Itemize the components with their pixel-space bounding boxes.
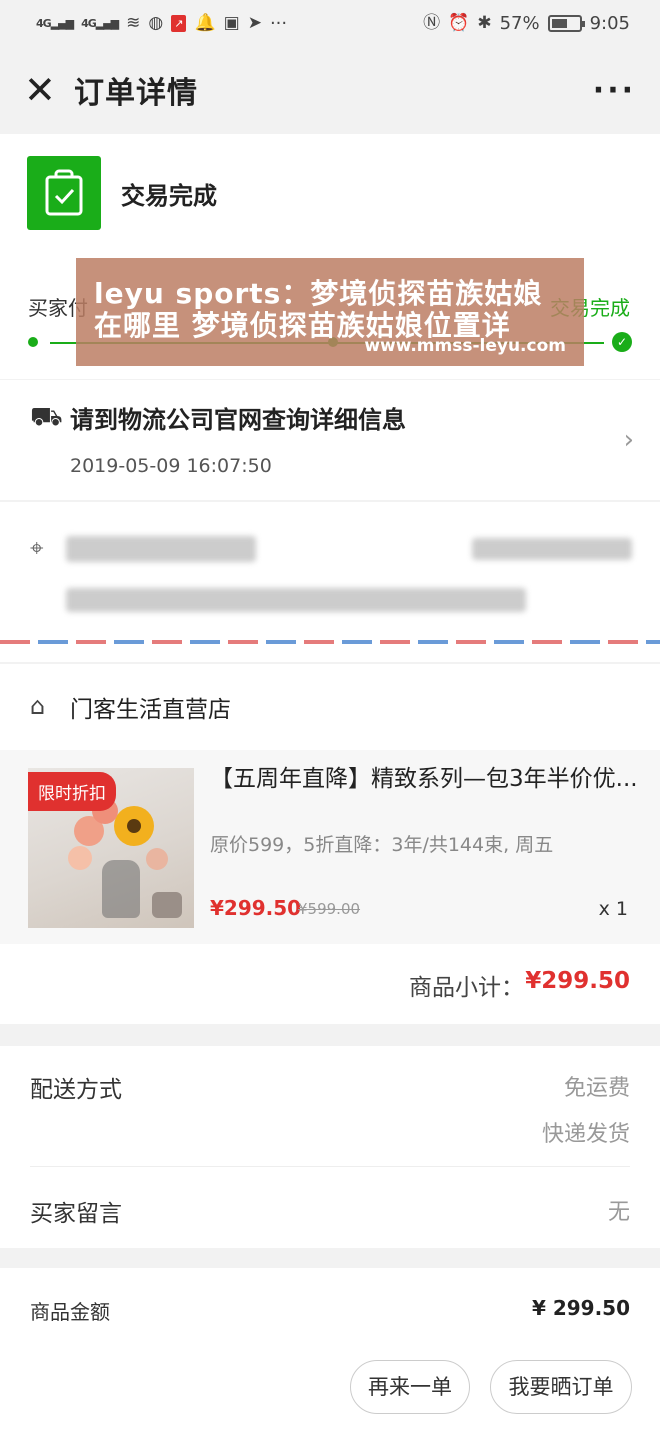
chevron-right-icon: › <box>623 425 634 455</box>
delivery-method-value: 免运费 <box>563 1076 630 1101</box>
item-quantity: x 1 <box>598 898 628 920</box>
reorder-button[interactable]: 再来一单 <box>350 1360 470 1414</box>
truck-icon: ⛟ <box>30 402 63 432</box>
item-original-price: ¥599.00 <box>298 900 361 918</box>
nfc-icon: Ⓝ <box>423 12 441 33</box>
store-name: 门客生活直营店 <box>70 697 231 723</box>
close-icon[interactable]: ✕ <box>24 71 64 109</box>
battery-fill <box>551 18 567 28</box>
buyer-message-label: 买家留言 <box>30 1201 122 1227</box>
alarm-icon: ⏰ <box>448 12 470 33</box>
shopping-bag-check-icon <box>27 156 101 230</box>
signal-label-2: 4G <box>81 16 97 30</box>
amount-section: 商品金额 ¥ 299.50 <box>0 1268 660 1348</box>
delivery-method-label: 配送方式 <box>30 1077 122 1103</box>
order-item[interactable]: 限时折扣 【五周年直降】精致系列—包3年半价优... 原价599，5折直降：3年… <box>0 750 660 944</box>
logistics-title: 请到物流公司官网查询详细信息 <box>70 406 406 434</box>
status-bar-left: 4G▂▄▆ 4G▂▄▆ ≋ ◍ ↗ 🔔 ▣ ➤ ··· <box>36 13 287 34</box>
browser-icon: ◍ <box>148 12 164 33</box>
item-description: 原价599，5折直降：3年/共144束, 周五 <box>210 834 554 856</box>
product-image: 限时折扣 <box>28 768 194 928</box>
goods-amount-label: 商品金额 <box>30 1300 110 1324</box>
battery-percent: 57% <box>499 12 540 34</box>
goods-amount-value: ¥ 299.50 <box>531 1296 630 1320</box>
signal-icon-2: 4G▂▄▆ <box>81 16 119 30</box>
store-icon: ⌂ <box>30 692 46 720</box>
progress-dot-start <box>28 337 38 347</box>
bottom-action-bar: 再来一单 我要晒订单 <box>0 1348 660 1430</box>
status-bar: 4G▂▄▆ 4G▂▄▆ ≋ ◍ ↗ 🔔 ▣ ➤ ··· Ⓝ ⏰ ✱ 57% 9:… <box>0 0 660 46</box>
address-row[interactable]: ⌖ <box>0 502 660 662</box>
subtotal-label: 商品小计： <box>409 975 524 1001</box>
battery-icon <box>547 14 585 32</box>
subtotal-row: 商品小计： ¥299.50 <box>0 944 660 1024</box>
item-title: 【五周年直降】精致系列—包3年半价优... <box>210 766 638 792</box>
bluetooth-icon: ✱ <box>477 12 492 33</box>
wifi-icon: ≋ <box>126 12 141 33</box>
share-order-button[interactable]: 我要晒订单 <box>490 1360 632 1414</box>
watermark-overlay: leyu sports：梦境侦探苗族姑娘 在哪里 梦境侦探苗族姑娘位置详 www… <box>76 258 584 366</box>
discount-badge: 限时折扣 <box>28 772 116 811</box>
item-price: ¥299.50 <box>210 896 302 920</box>
location-pin-icon: ⌖ <box>30 534 44 562</box>
more-notifications: ··· <box>269 12 288 34</box>
check-icon: ✓ <box>612 332 632 352</box>
subtotal-value: ¥299.50 <box>525 968 630 994</box>
page-title: 订单详情 <box>74 76 198 111</box>
logistics-row[interactable]: ⛟ 请到物流公司官网查询详细信息 2019-05-09 16:07:50 › <box>0 380 660 500</box>
location-icon: ➤ <box>247 12 262 33</box>
airmail-divider <box>0 640 660 644</box>
order-status-text: 交易完成 <box>121 181 217 210</box>
blurred-phone <box>472 538 632 560</box>
signal-label: 4G <box>36 16 52 30</box>
watermark-url: www.mmss-leyu.com <box>364 336 566 356</box>
more-button[interactable]: ··· <box>593 73 636 108</box>
divider <box>30 1166 630 1167</box>
signal-icon: 4G▂▄▆ <box>36 16 74 30</box>
logistics-time: 2019-05-09 16:07:50 <box>70 455 272 477</box>
blurred-address <box>66 588 526 612</box>
status-bar-right: Ⓝ ⏰ ✱ 57% 9:05 <box>423 13 630 34</box>
stock-app-icon: ↗ <box>171 14 187 32</box>
store-row[interactable]: ⌂ 门客生活直营店 <box>0 664 660 750</box>
delivery-section: 配送方式 免运费 快递发货 买家留言 无 <box>0 1046 660 1248</box>
bell-icon: 🔔 <box>194 12 216 33</box>
app-notification-icon: ▣ <box>223 12 240 33</box>
clock: 9:05 <box>589 12 630 34</box>
blurred-recipient-name <box>66 536 256 562</box>
delivery-method-sub: 快递发货 <box>541 1122 630 1147</box>
buyer-message-value: 无 <box>607 1200 630 1225</box>
nav-bar: ✕ 订单详情 ··· <box>0 46 660 134</box>
